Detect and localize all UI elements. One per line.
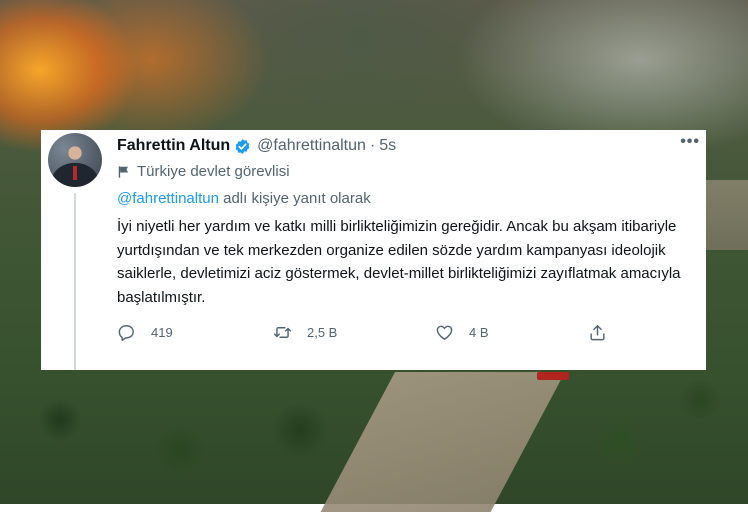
reply-icon: [118, 324, 134, 341]
tweet-text: İyi niyetli her yardım ve katkı milli bi…: [117, 218, 681, 306]
account-label-text: Türkiye devlet görevlisi: [137, 163, 290, 180]
account-label[interactable]: Türkiye devlet görevlisi: [117, 162, 290, 182]
reply-mention-link[interactable]: @fahrettinaltun: [117, 190, 219, 207]
user-handle[interactable]: @fahrettinaltun: [257, 136, 366, 156]
like-icon: [436, 325, 453, 340]
separator-dot: ·: [369, 137, 376, 154]
dirt-road-right: [706, 180, 748, 250]
like-button[interactable]: 4 B: [435, 320, 489, 344]
action-bar: 419 2,5 B 4 B: [117, 320, 617, 344]
verified-badge-icon: [235, 138, 250, 154]
retweet-icon: [273, 326, 292, 338]
reply-count: 419: [151, 324, 173, 340]
fire-truck: [537, 372, 569, 380]
reply-suffix: adlı kişiye yanıt olarak: [218, 190, 371, 207]
like-count: 4 B: [469, 324, 489, 340]
display-name[interactable]: Fahrettin Altun: [117, 136, 230, 156]
thread-line: [74, 193, 76, 370]
retweet-count: 2,5 B: [307, 324, 338, 340]
timestamp[interactable]: 5s: [379, 136, 396, 156]
flag-icon: [118, 166, 129, 178]
reply-button[interactable]: 419: [117, 320, 173, 344]
tweet-header: Fahrettin Altun @fahrettinaltun · 5s: [117, 136, 396, 156]
tweet-card[interactable]: Fahrettin Altun @fahrettinaltun · 5s •••…: [41, 130, 706, 370]
more-icon[interactable]: •••: [680, 134, 700, 150]
share-icon: [590, 324, 605, 340]
retweet-button[interactable]: 2,5 B: [273, 320, 337, 344]
avatar[interactable]: [48, 133, 102, 187]
avatar-tie: [73, 166, 77, 180]
reply-context: @fahrettinaltun adlı kişiye yanıt olarak: [117, 189, 371, 209]
share-button[interactable]: [588, 320, 607, 344]
